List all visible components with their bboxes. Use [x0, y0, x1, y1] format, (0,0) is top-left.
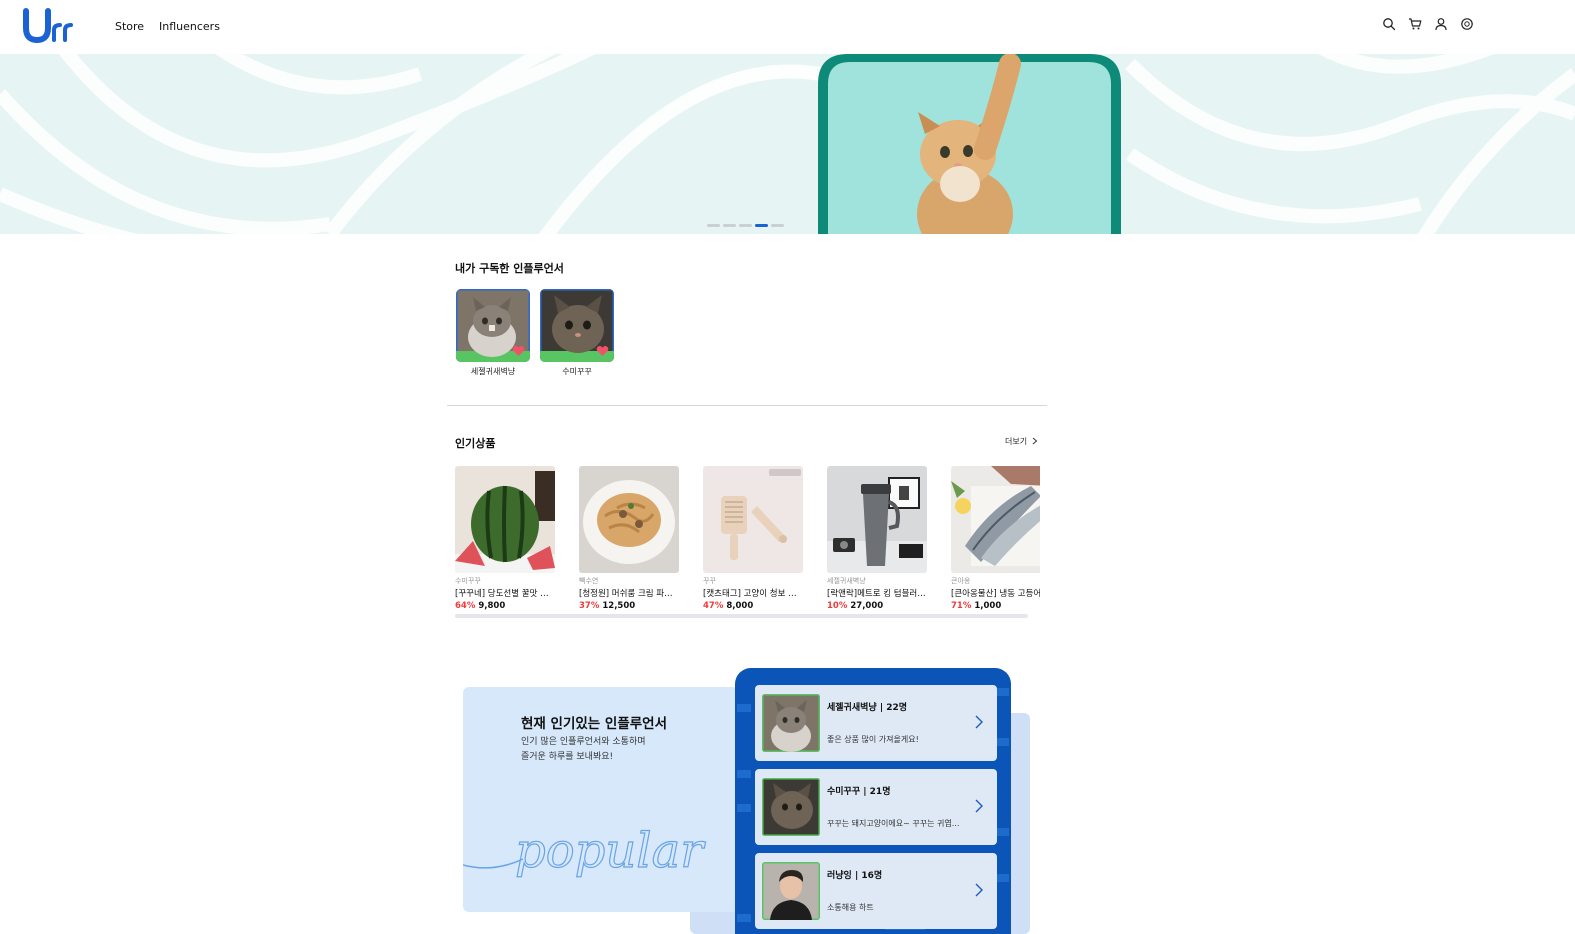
product-name: [캣츠태그] 고양이 청보 모... — [703, 589, 803, 599]
product-name: [락앤락]메트로 킹 텀블러 ... — [827, 589, 927, 599]
product-discount: 10% — [827, 601, 848, 611]
product-card[interactable]: 빽수연 [청정원] 머쉬룸 크림 파스타 37% 12,500 — [579, 466, 679, 616]
hero-dot-5[interactable] — [771, 224, 784, 227]
product-price: 64% 9,800 — [455, 601, 505, 611]
coin-icon[interactable] — [1460, 17, 1474, 31]
product-price-value: 12,500 — [602, 601, 636, 611]
section-divider — [447, 405, 1047, 406]
popular-influencers-title: 현재 인기있는 인플루언서 — [521, 716, 668, 732]
popular-influencers-desc-line2: 즐거운 하루를 보내봐요! — [521, 752, 614, 762]
subscribed-influencer-name: 세젤귀새벽냥 — [470, 367, 516, 376]
popular-influencers-desc-line1: 인기 많은 인플루언서와 소통하며 — [521, 737, 646, 747]
product-seller: 꾸꾸 — [703, 577, 716, 585]
influencer-photo — [762, 778, 820, 836]
heart-icon — [512, 345, 525, 356]
product-price-value: 1,000 — [974, 601, 1002, 611]
top-header: Store Influencers — [0, 0, 1575, 54]
product-name: [청정원] 머쉬룸 크림 파스타 — [579, 589, 679, 599]
chevron-right-icon — [1032, 437, 1037, 445]
product-price: 37% 12,500 — [579, 601, 635, 611]
product-name: [꾸꾸네] 당도선별 꿀맛 수박 — [455, 589, 555, 599]
product-price-value: 27,000 — [850, 601, 884, 611]
subscribed-section-title: 내가 구독한 인플루언서 — [455, 262, 564, 275]
hero-dot-4[interactable] — [755, 224, 768, 227]
product-price-value: 9,800 — [478, 601, 506, 611]
product-price: 47% 8,000 — [703, 601, 753, 611]
hero-dot-3[interactable] — [739, 224, 752, 227]
influencer-message: 꾸꾸는 돼지고양이에요~ 꾸꾸는 귀엽... — [827, 819, 960, 828]
product-name: [큰아옹물산] 냉동 고등어 — [951, 589, 1040, 599]
product-seller: 수미꾸꾸 — [455, 577, 481, 585]
popular-influencer-card[interactable]: 세젤귀새벽냥 | 22명 좋은 상품 많이 가져올게요! — [755, 685, 997, 761]
popular-products-title: 인기상품 — [455, 437, 496, 450]
product-card[interactable]: 큰아옹 [큰아옹물산] 냉동 고등어 71% 1,000 — [951, 466, 1040, 616]
more-link[interactable]: 더보기 — [1005, 436, 1038, 447]
subscribed-influencer-card[interactable] — [456, 289, 530, 362]
cart-icon[interactable] — [1408, 17, 1422, 31]
chevron-right-icon[interactable] — [974, 715, 984, 729]
urr-logo[interactable] — [22, 8, 76, 44]
product-seller: 빽수연 — [579, 577, 599, 585]
hero-dot-1[interactable] — [707, 224, 720, 227]
subscribed-influencer-name: 수미꾸꾸 — [562, 367, 592, 376]
script-word: popular — [515, 823, 706, 879]
chevron-right-icon[interactable] — [974, 799, 984, 813]
product-discount: 64% — [455, 601, 476, 611]
nav-influencers[interactable]: Influencers — [159, 20, 220, 33]
product-discount: 71% — [951, 601, 972, 611]
chevron-right-icon[interactable] — [974, 883, 984, 897]
hero-banner[interactable] — [0, 54, 1575, 234]
popular-influencer-card[interactable]: 수미꾸꾸 | 21명 꾸꾸는 돼지고양이에요~ 꾸꾸는 귀엽... — [755, 769, 997, 845]
influencer-name: 세젤귀새벽냥 | 22명 — [827, 703, 908, 713]
search-icon[interactable] — [1382, 17, 1396, 31]
product-image-mackerel — [951, 466, 1040, 573]
product-price-value: 8,000 — [726, 601, 754, 611]
influencer-message: 소통해용 하트 — [827, 903, 874, 912]
influencer-photo — [762, 694, 820, 752]
product-discount: 37% — [579, 601, 600, 611]
popular-influencer-card[interactable]: 러냥잉 | 16명 소통해용 하트 — [755, 853, 997, 929]
product-image-tumbler — [827, 466, 927, 573]
product-seller: 세젤귀새벽냥 — [827, 577, 866, 585]
product-image-cat-scoop — [703, 466, 803, 573]
user-icon[interactable] — [1434, 17, 1448, 31]
influencer-message: 좋은 상품 많이 가져올게요! — [827, 735, 919, 744]
more-link-label: 더보기 — [1005, 437, 1028, 446]
heart-icon — [596, 345, 609, 356]
subscribed-influencer-card[interactable] — [540, 289, 614, 362]
product-price: 71% 1,000 — [951, 601, 1001, 611]
influencer-photo — [762, 862, 820, 920]
hero-dot-2[interactable] — [723, 224, 736, 227]
hero-background-swirls — [0, 54, 1575, 234]
influencer-name: 수미꾸꾸 | 21명 — [827, 787, 891, 797]
product-card[interactable]: 수미꾸꾸 [꾸꾸네] 당도선별 꿀맛 수박 64% 9,800 — [455, 466, 555, 616]
product-card[interactable]: 세젤귀새벽냥 [락앤락]메트로 킹 텀블러 ... 10% 27,000 — [827, 466, 927, 616]
influencer-name: 러냥잉 | 16명 — [827, 871, 883, 881]
products-scrollbar[interactable] — [455, 614, 1028, 618]
product-image-watermelon — [455, 466, 555, 573]
nav-store[interactable]: Store — [115, 20, 144, 33]
product-price: 10% 27,000 — [827, 601, 883, 611]
product-seller: 큰아옹 — [951, 577, 971, 585]
product-image-pasta — [579, 466, 679, 573]
product-card[interactable]: 꾸꾸 [캣츠태그] 고양이 청보 모... 47% 8,000 — [703, 466, 803, 616]
product-discount: 47% — [703, 601, 724, 611]
